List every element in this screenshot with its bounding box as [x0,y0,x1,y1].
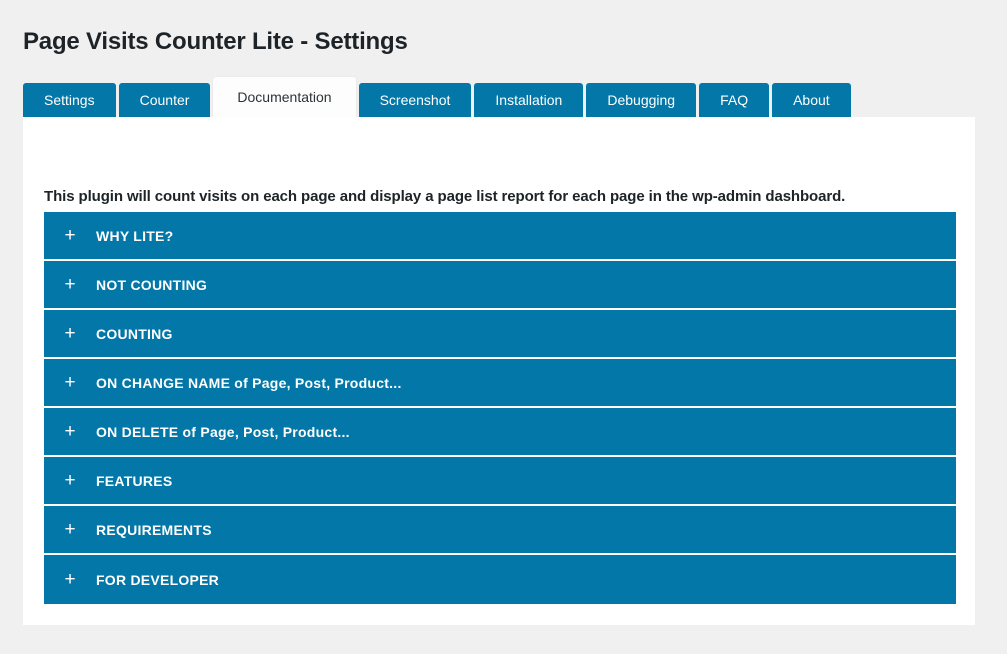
plus-icon: + [64,323,76,344]
documentation-panel: This plugin will count visits on each pa… [23,117,975,625]
accordion-item-not-counting[interactable]: + NOT COUNTING [44,261,956,310]
tab-screenshot[interactable]: Screenshot [358,83,472,117]
accordion-item-on-delete[interactable]: + ON DELETE of Page, Post, Product... [44,408,956,457]
accordion-item-counting[interactable]: + COUNTING [44,310,956,359]
tab-about[interactable]: About [772,83,851,117]
accordion-item-label: COUNTING [96,325,173,342]
accordion-item-for-developer[interactable]: + FOR DEVELOPER [44,555,956,604]
tab-settings[interactable]: Settings [23,83,116,117]
accordion-item-label: NOT COUNTING [96,276,208,293]
settings-tab-bar: Settings Counter Documentation Screensho… [23,77,854,124]
accordion-item-on-change-name[interactable]: + ON CHANGE NAME of Page, Post, Product.… [44,359,956,408]
plus-icon: + [64,470,76,491]
plus-icon: + [64,519,76,540]
documentation-accordion: + WHY LITE? + NOT COUNTING + COUNTING + … [44,212,956,604]
tab-documentation[interactable]: Documentation [213,77,356,124]
plus-icon: + [64,421,76,442]
plus-icon: + [64,569,76,590]
plus-icon: + [64,225,76,246]
tab-installation[interactable]: Installation [474,83,584,117]
accordion-item-features[interactable]: + FEATURES [44,457,956,506]
tab-faq[interactable]: FAQ [699,83,770,117]
tab-debugging[interactable]: Debugging [586,83,697,117]
documentation-intro-text: This plugin will count visits on each pa… [44,188,846,205]
plus-icon: + [64,274,76,295]
page-title: Page Visits Counter Lite - Settings [23,28,408,56]
accordion-item-requirements[interactable]: + REQUIREMENTS [44,506,956,555]
accordion-item-why-lite[interactable]: + WHY LITE? [44,212,956,261]
tab-counter[interactable]: Counter [118,83,211,117]
plus-icon: + [64,372,76,393]
accordion-item-label: ON CHANGE NAME of Page, Post, Product... [96,374,402,391]
accordion-item-label: FEATURES [96,472,173,489]
accordion-item-label: REQUIREMENTS [96,521,212,538]
accordion-item-label: FOR DEVELOPER [96,571,220,588]
accordion-item-label: ON DELETE of Page, Post, Product... [96,423,350,440]
accordion-item-label: WHY LITE? [96,227,174,244]
